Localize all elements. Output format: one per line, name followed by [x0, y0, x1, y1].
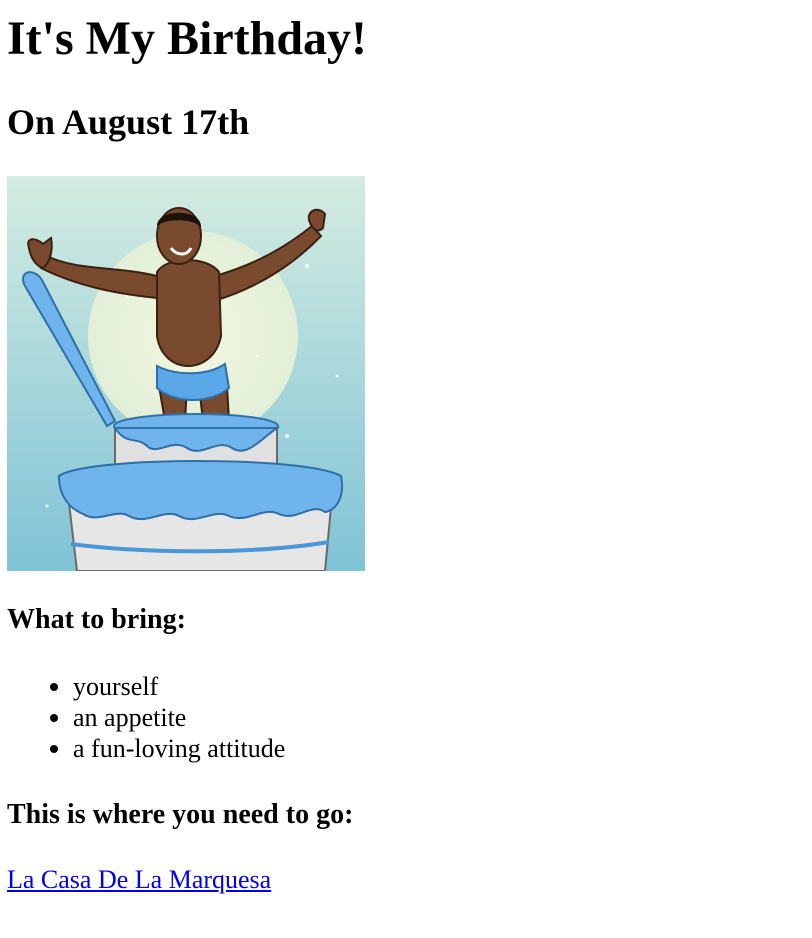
- bring-heading: What to bring:: [7, 604, 186, 635]
- list-item: yourself: [50, 671, 805, 702]
- list-item: an appetite: [50, 702, 805, 733]
- location-link[interactable]: La Casa De La Marquesa: [7, 864, 271, 896]
- event-date: On August 17th: [7, 102, 250, 142]
- bring-list: yourself an appetite a fun-loving attitu…: [7, 671, 805, 764]
- list-item: a fun-loving attitude: [50, 733, 805, 764]
- birthday-cake-image: [7, 176, 365, 571]
- bullet-icon: [50, 714, 58, 722]
- bullet-icon: [50, 745, 58, 753]
- page: It's My Birthday! On August 17th What to…: [0, 4, 812, 896]
- location-heading: This is where you need to go:: [7, 799, 354, 830]
- bullet-icon: [50, 683, 58, 691]
- page-title: It's My Birthday!: [7, 12, 367, 65]
